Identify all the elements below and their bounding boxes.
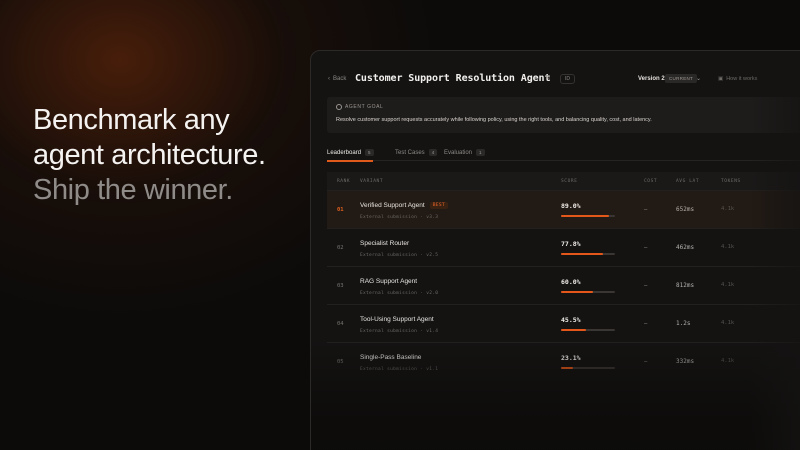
- target-icon: [336, 104, 342, 110]
- column-tokens[interactable]: TOKENS: [721, 179, 741, 184]
- variant-name: Tool-Using Support Agent: [360, 316, 434, 323]
- score-bar: [561, 291, 615, 293]
- id-chip-label: ID: [565, 76, 570, 82]
- table-row[interactable]: 05 Single-Pass Baseline External submiss…: [327, 342, 800, 380]
- tokens-value: 4.1k: [721, 206, 735, 212]
- leaderboard-table: RANK VARIANT SCORE COST AVG LAT TOKENS 0…: [327, 172, 800, 380]
- latency-value: 332ms: [676, 358, 695, 365]
- tab-evaluation-count: 1: [476, 149, 485, 156]
- tab-evaluation-label: Evaluation: [444, 149, 473, 156]
- tab-leaderboard-count: 5: [365, 149, 374, 156]
- variant-subtitle: External submission · v1.1: [360, 367, 439, 372]
- cost-value: –: [644, 359, 648, 365]
- variant-subtitle: External submission · v1.4: [360, 329, 439, 334]
- row-rank: 02: [337, 245, 344, 251]
- pencil-icon[interactable]: ✎: [545, 75, 553, 83]
- agent-goal-heading: AGENT GOAL: [336, 104, 383, 110]
- hero-line-2: agent architecture.: [33, 139, 266, 171]
- score-value: 45.5%: [561, 316, 581, 324]
- column-score[interactable]: SCORE: [561, 179, 578, 184]
- tokens-value: 4.1k: [721, 358, 735, 364]
- current-version-badge: CURRENT: [665, 74, 698, 83]
- variant-subtitle: External submission · v2.5: [360, 253, 439, 258]
- latency-value: 462ms: [676, 244, 695, 251]
- score-value: 60.0%: [561, 278, 581, 286]
- top-bar: ‹ Back Customer Support Resolution Agent…: [311, 51, 800, 97]
- table-row[interactable]: 02 Specialist Router External submission…: [327, 228, 800, 266]
- variant-name-label: Verified Support Agent: [360, 202, 425, 209]
- version-label[interactable]: Version 2: [638, 76, 665, 82]
- variant-subtitle: External submission · v2.0: [360, 291, 439, 296]
- table-row[interactable]: 04 Tool-Using Support Agent External sub…: [327, 304, 800, 342]
- tokens-value: 4.1k: [721, 244, 735, 250]
- back-label: Back: [333, 76, 347, 82]
- table-row[interactable]: 03 RAG Support Agent External submission…: [327, 266, 800, 304]
- variant-name: RAG Support Agent: [360, 278, 417, 285]
- tab-test-cases-label: Test Cases: [395, 149, 425, 156]
- tab-leaderboard[interactable]: Leaderboard 5: [327, 149, 374, 156]
- chevron-down-icon[interactable]: ⌄: [696, 75, 701, 82]
- hero-line-3: Ship the winner.: [33, 174, 233, 206]
- variant-name-label: Specialist Router: [360, 240, 410, 247]
- score-value: 89.0%: [561, 202, 581, 210]
- cost-value: –: [644, 245, 648, 251]
- variant-name: Single-Pass Baseline: [360, 354, 421, 361]
- score-bar-fill: [561, 329, 586, 331]
- row-rank: 04: [337, 321, 344, 327]
- book-icon: ▣: [718, 76, 724, 82]
- column-avg-lat[interactable]: AVG LAT: [676, 179, 699, 184]
- score-bar-fill: [561, 367, 574, 369]
- cost-value: –: [644, 283, 648, 289]
- variant-name-label: Tool-Using Support Agent: [360, 316, 434, 323]
- table-header: RANK VARIANT SCORE COST AVG LAT TOKENS: [327, 172, 800, 190]
- score-value: 23.1%: [561, 354, 581, 362]
- variant-subtitle: External submission · v3.3: [360, 215, 439, 220]
- hero-heading: Benchmark any agent architecture. Ship t…: [33, 103, 266, 208]
- score-value: 77.8%: [561, 240, 581, 248]
- column-variant[interactable]: VARIANT: [360, 179, 383, 184]
- variant-name-label: Single-Pass Baseline: [360, 354, 422, 361]
- score-bar: [561, 215, 615, 217]
- score-bar: [561, 253, 615, 255]
- app-window: ‹ Back Customer Support Resolution Agent…: [310, 50, 800, 450]
- tokens-value: 4.1k: [721, 320, 735, 326]
- variant-name: Verified Support Agent BEST: [360, 202, 449, 209]
- tab-evaluation[interactable]: Evaluation 1: [444, 149, 485, 156]
- column-cost[interactable]: COST: [644, 179, 657, 184]
- row-rank: 05: [337, 359, 344, 365]
- cost-value: –: [644, 207, 648, 213]
- row-rank: 01: [337, 207, 344, 213]
- tokens-value: 4.1k: [721, 282, 735, 288]
- page-title: Customer Support Resolution Agent: [355, 73, 551, 84]
- score-bar-fill: [561, 291, 594, 293]
- tab-leaderboard-label: Leaderboard: [327, 149, 362, 156]
- tab-test-cases-count: 4: [428, 149, 438, 156]
- score-bar-fill: [561, 253, 603, 255]
- how-it-works-label: How it works: [726, 76, 758, 82]
- cost-value: –: [644, 321, 648, 327]
- tab-bar: Leaderboard 5 Test Cases 4 Evaluation 1: [327, 143, 800, 162]
- agent-goal-panel: AGENT GOAL Resolve customer support requ…: [327, 97, 800, 133]
- active-tab-indicator: [327, 160, 373, 162]
- back-button[interactable]: ‹ Back: [328, 76, 346, 82]
- score-bar: [561, 329, 615, 331]
- id-chip[interactable]: ID: [560, 74, 575, 84]
- latency-value: 1.2s: [676, 320, 691, 327]
- column-rank[interactable]: RANK: [337, 179, 350, 184]
- agent-goal-text: Resolve customer support requests accura…: [336, 117, 652, 123]
- score-bar-fill: [561, 215, 610, 217]
- how-it-works-button[interactable]: ▣ How it works: [718, 76, 757, 82]
- variant-name-label: RAG Support Agent: [360, 278, 418, 285]
- score-bar: [561, 367, 615, 369]
- tab-test-cases[interactable]: Test Cases 4: [395, 149, 438, 156]
- latency-value: 652ms: [676, 206, 695, 213]
- row-rank: 03: [337, 283, 344, 289]
- latency-value: 812ms: [676, 282, 695, 289]
- table-row[interactable]: 01 Verified Support Agent BEST External …: [327, 190, 800, 228]
- hero-line-1: Benchmark any: [33, 104, 230, 136]
- agent-goal-heading-label: AGENT GOAL: [345, 104, 384, 110]
- chevron-left-icon: ‹: [328, 76, 330, 82]
- best-badge: BEST: [429, 202, 449, 209]
- variant-name: Specialist Router: [360, 240, 409, 247]
